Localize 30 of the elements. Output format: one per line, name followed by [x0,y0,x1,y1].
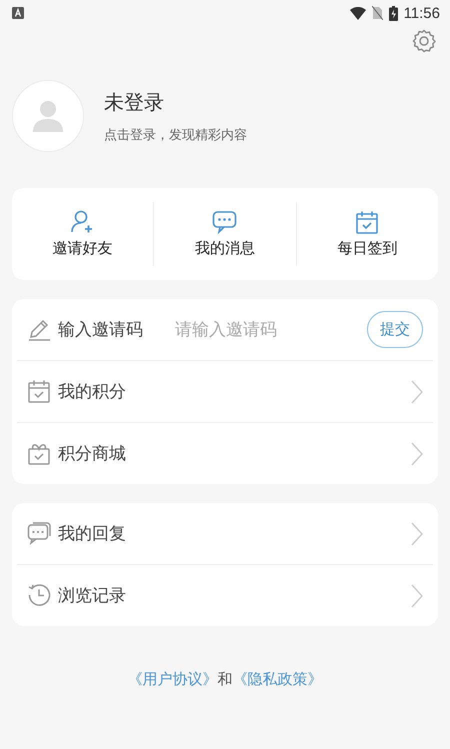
menu-item[interactable]: 浏览记录 [17,564,433,626]
footer-text: 和 [218,670,232,689]
menu-item[interactable]: 积分商城 [17,422,433,484]
chat-bubbles-icon [27,521,52,546]
chevron-right-icon [411,584,423,608]
clock-icon [27,583,52,608]
invite-code-field[interactable]: 请输入邀请码 [175,320,325,340]
gift-box-icon [27,441,52,466]
menu-item[interactable]: 我的积分 [17,360,433,422]
quick-action-button[interactable]: 我的消息 [153,202,296,266]
menu-item[interactable]: 我的回复 [17,503,433,564]
chevron-right-icon [411,442,423,466]
wifi-icon [350,6,366,20]
status-time: 11:56 [404,4,440,22]
chevron-right-icon [411,380,423,404]
calendar-check-icon [354,210,380,235]
quick-action-button[interactable]: 每日签到 [296,202,438,266]
no-sim-icon [372,6,383,20]
pencil-icon [27,317,52,342]
quick-action-button[interactable]: 邀请好友 [12,202,154,266]
chat-bubble-icon [212,210,238,235]
app-notification-icon [12,7,24,19]
battery-icon [388,6,398,20]
login-hint: 点击登录，发现精彩内容 [104,126,247,144]
person-silhouette-icon [33,100,63,132]
chevron-right-icon [411,522,423,546]
login-status[interactable]: 未登录 [104,88,247,116]
settings-icon[interactable] [412,29,436,53]
invite-code-label: 输入邀请码 [58,319,143,341]
calendar-check-icon [27,379,52,404]
